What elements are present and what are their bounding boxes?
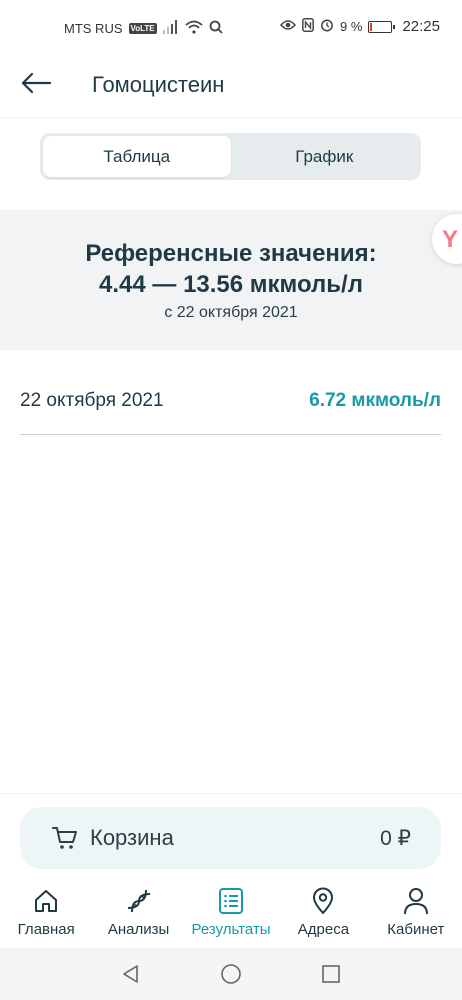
nav-account-label: Кабинет (387, 921, 445, 938)
search-icon (209, 20, 223, 37)
nav-home-label: Главная (17, 921, 75, 938)
view-toggle: Таблица График (40, 133, 421, 180)
nav-results-label: Результаты (191, 921, 271, 938)
status-right: 9 % 22:25 (280, 18, 440, 35)
system-recents-icon[interactable] (316, 959, 346, 989)
volte-badge: VoLTE (128, 23, 157, 34)
carrier-name: MTS RUS (64, 21, 123, 36)
reference-range: 4.44 — 13.56 мкмоль/л (99, 271, 363, 298)
system-back-icon[interactable] (116, 959, 146, 989)
status-left: MTS RUS VoLTE (64, 20, 223, 37)
result-value: 6.72 мкмоль/л (309, 390, 441, 411)
partial-logo-icon: Y (442, 226, 459, 253)
tab-table[interactable]: Таблица (43, 136, 231, 177)
cart-label: Корзина (90, 825, 174, 850)
arrow-left-icon (21, 72, 51, 94)
reference-values: Референсные значения: 4.44 — 13.56 мкмол… (0, 210, 462, 350)
result-date: 22 октября 2021 (20, 390, 164, 411)
clock: 22:25 (402, 18, 440, 35)
system-home-icon[interactable] (216, 959, 246, 989)
battery-fill (370, 22, 373, 31)
nav-addresses-label: Адреса (297, 921, 350, 938)
results-list-icon (216, 886, 246, 916)
tab-chart[interactable]: График (231, 136, 419, 177)
cart-button[interactable]: Корзина 0 ₽ (20, 807, 441, 869)
battery-percent: 9 % (340, 19, 363, 34)
nav-analyses-label: Анализы (107, 921, 170, 938)
cart-icon (52, 826, 78, 855)
user-icon (401, 886, 431, 916)
battery-icon (368, 20, 396, 33)
screen: MTS RUS VoLTE 9 % 22:25 Гомоцистеин Табл… (0, 0, 462, 1000)
nav-addresses[interactable]: Адреса (277, 878, 369, 948)
nav-results[interactable]: Результаты (185, 878, 277, 948)
table-row: 22 октября 2021 6.72 мкмоль/л (20, 368, 441, 435)
app-header: Гомоцистеин (0, 56, 462, 118)
bottom-navigation: Главная Анализы Результаты Адреса Кабине… (0, 878, 462, 948)
signal-icon (162, 20, 179, 37)
nfc-icon (302, 18, 314, 35)
wifi-icon (185, 20, 203, 37)
dna-icon (124, 886, 154, 916)
home-icon (31, 886, 61, 916)
location-pin-icon (308, 886, 338, 916)
nav-analyses[interactable]: Анализы (92, 878, 184, 948)
nav-home[interactable]: Главная (0, 878, 92, 948)
cart-total: 0 ₽ (380, 827, 411, 850)
status-bar: MTS RUS VoLTE 9 % 22:25 (0, 0, 462, 56)
page-title: Гомоцистеин (92, 72, 225, 97)
reference-since: с 22 октября 2021 (164, 304, 298, 321)
eye-icon (280, 19, 297, 34)
alarm-icon (320, 18, 334, 35)
nav-account[interactable]: Кабинет (370, 878, 462, 948)
back-button[interactable] (18, 68, 54, 98)
reference-title: Референсные значения: (85, 240, 377, 267)
system-navigation (0, 948, 462, 1000)
